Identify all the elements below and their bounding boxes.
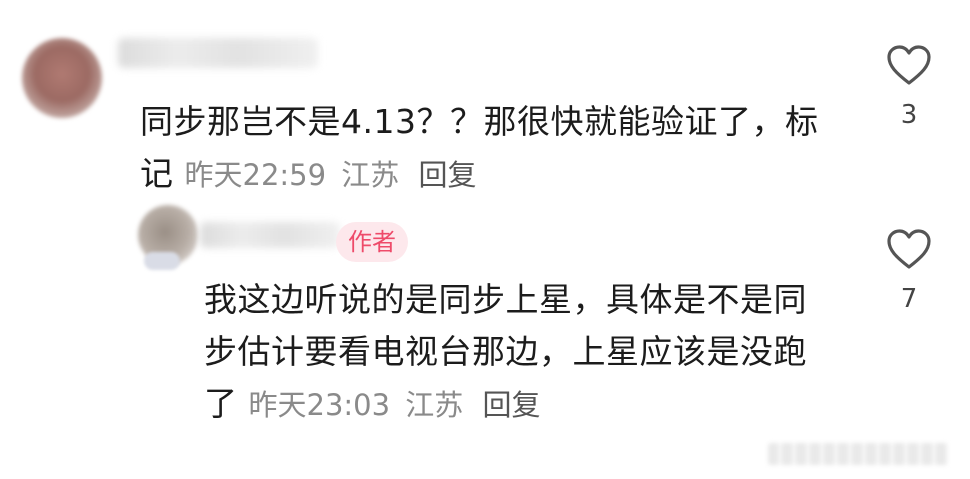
username-redacted[interactable] [118,38,318,68]
reply-button[interactable]: 回复 [483,388,541,422]
heart-outline-icon [887,229,931,269]
username-redacted[interactable] [200,222,340,248]
like-count: 7 [900,284,918,314]
reply-button[interactable]: 回复 [419,158,477,192]
like-button[interactable]: 3 [879,44,939,130]
comment-item: 同步那岂不是4.13？？那很快就能验证了，标记 昨天22:59 江苏 回复 [140,96,820,201]
like-count: 3 [900,100,918,130]
avatar[interactable] [22,38,102,118]
comment-location: 江苏 [405,388,464,422]
watermark [768,443,948,465]
comment-meta: 昨天23:03 江苏 回复 [249,388,547,422]
avatar-badge [144,252,180,270]
comment-time: 昨天22:59 [184,158,327,192]
comment-time: 昨天23:03 [248,388,391,422]
like-button[interactable]: 7 [879,228,939,314]
author-badge: 作者 [336,222,408,262]
heart-outline-icon [887,45,931,85]
comment-location: 江苏 [341,158,400,192]
comment-meta: 昨天22:59 江苏 回复 [185,158,483,192]
comment-item: 我这边听说的是同步上星，具体是不是同步估计要看电视台那边，上星应该是没跑了 昨天… [204,274,834,431]
